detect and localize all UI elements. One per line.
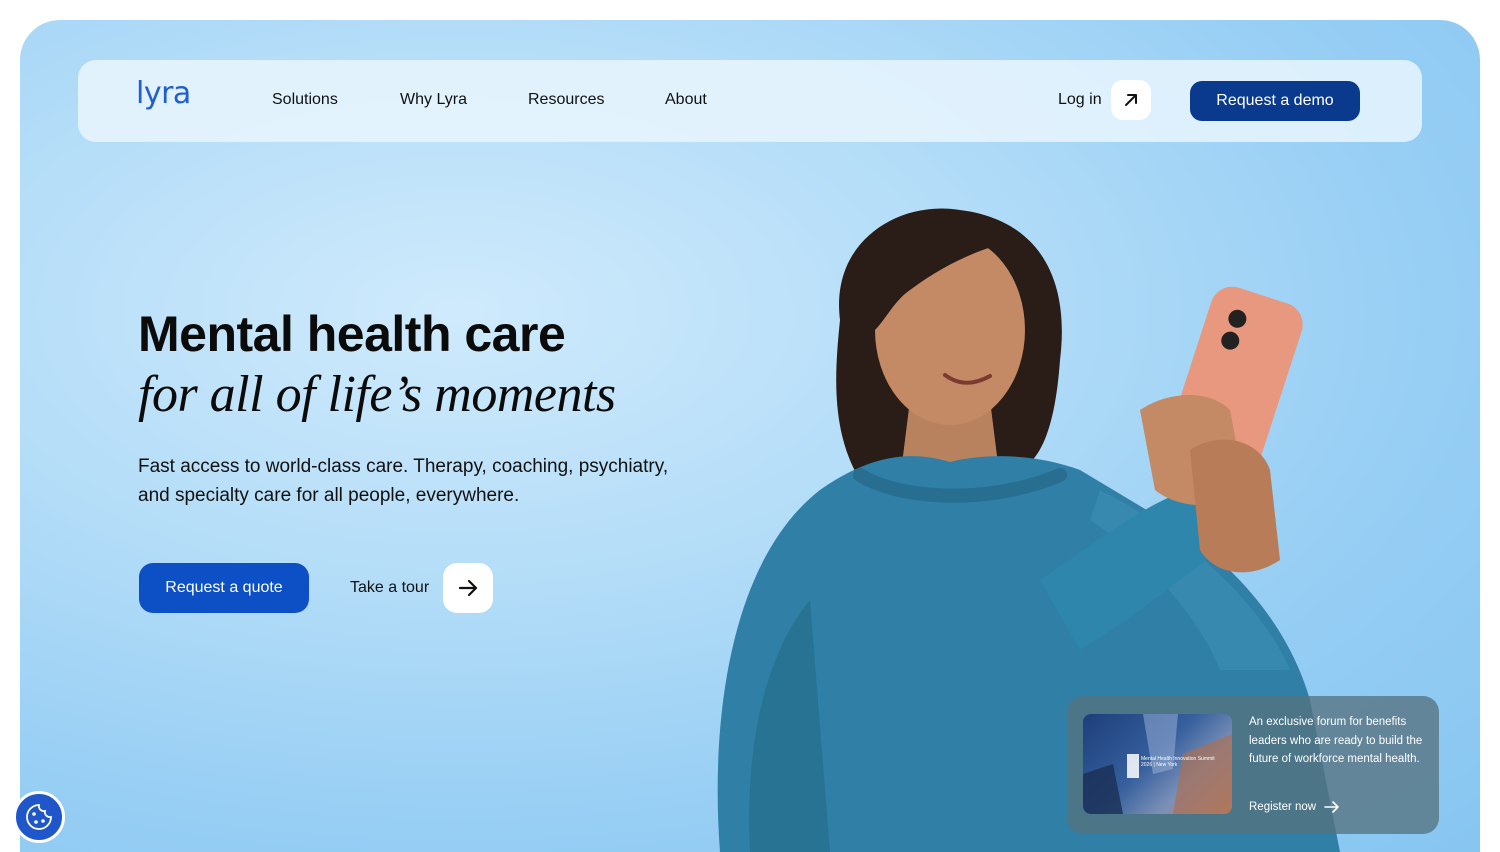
login-link[interactable]: Log in <box>1058 91 1102 109</box>
nav-about[interactable]: About <box>665 91 707 109</box>
take-tour-link[interactable]: Take a tour <box>350 579 429 597</box>
arrow-up-right-icon <box>1125 94 1137 106</box>
register-now-link[interactable]: Register now <box>1249 800 1340 814</box>
lyra-logo[interactable]: lyra <box>136 76 191 111</box>
take-tour-button[interactable] <box>443 563 493 613</box>
hero-title: Mental health care <box>138 306 566 362</box>
arrow-right-icon <box>1324 801 1339 813</box>
arrow-right-icon <box>458 579 478 597</box>
summit-image-caption: Mental Health Innovation Summit 2026 | N… <box>1141 756 1215 768</box>
top-navigation: lyra Solutions Why Lyra Resources About … <box>78 60 1422 142</box>
login-arrow-button[interactable] <box>1111 80 1151 120</box>
hero-subtitle: Fast access to world-class care. Therapy… <box>138 456 669 506</box>
nav-solutions[interactable]: Solutions <box>272 91 338 109</box>
hero-section: lyra Solutions Why Lyra Resources About … <box>20 20 1480 852</box>
hero-title-italic: for all of life’s moments <box>138 366 616 423</box>
summit-promo-text: An exclusive forum for benefits leaders … <box>1249 716 1423 765</box>
register-now-label: Register now <box>1249 801 1317 813</box>
nav-why-lyra[interactable]: Why Lyra <box>400 91 467 109</box>
summit-promo-image: Mental Health Innovation Summit 2026 | N… <box>1083 714 1232 814</box>
request-demo-button[interactable]: Request a demo <box>1190 81 1360 121</box>
cookie-settings-button[interactable] <box>13 791 65 843</box>
summit-promo-card[interactable]: Mental Health Innovation Summit 2026 | N… <box>1067 696 1439 834</box>
request-quote-button[interactable]: Request a quote <box>139 563 309 613</box>
nav-resources[interactable]: Resources <box>528 91 604 109</box>
cookie-icon <box>26 804 52 830</box>
